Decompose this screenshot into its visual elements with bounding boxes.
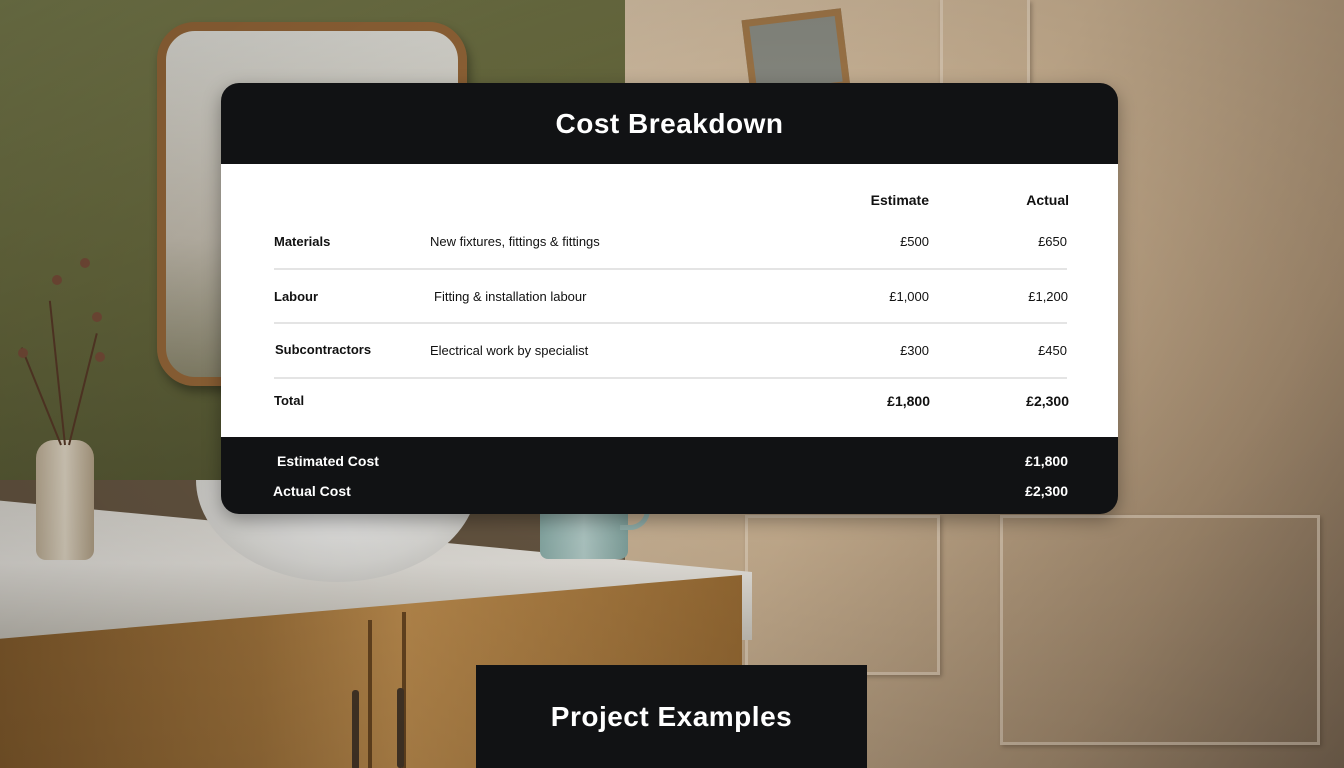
row-estimate: £1,000 bbox=[889, 289, 929, 304]
row-category: Materials bbox=[274, 234, 331, 249]
row-divider bbox=[274, 322, 1067, 324]
row-actual: £1,200 bbox=[1028, 289, 1068, 304]
summary-actual-label: Actual Cost bbox=[273, 483, 351, 499]
row-estimate: £500 bbox=[900, 234, 929, 249]
row-actual: £650 bbox=[1038, 234, 1067, 249]
summary-estimated-label: Estimated Cost bbox=[277, 453, 379, 469]
column-header-actual: Actual bbox=[1026, 192, 1069, 208]
cost-summary: Estimated Cost £1,800 Actual Cost £2,300 bbox=[221, 437, 1118, 514]
row-description: Electrical work by specialist bbox=[430, 343, 589, 358]
row-divider bbox=[274, 268, 1067, 270]
column-header-estimate: Estimate bbox=[870, 192, 929, 208]
total-label: Total bbox=[274, 393, 305, 408]
row-description: New fixtures, fittings & fittings bbox=[430, 234, 600, 249]
cost-table: Estimate Actual Materials New fixtures, … bbox=[221, 164, 1118, 437]
row-estimate: £300 bbox=[900, 343, 929, 358]
row-category: Labour bbox=[274, 289, 319, 304]
cost-breakdown-card: Cost Breakdown Estimate Actual Materials… bbox=[221, 83, 1118, 514]
row-category: Subcontractors bbox=[275, 342, 372, 357]
total-actual: £2,300 bbox=[1026, 393, 1069, 409]
total-estimate: £1,800 bbox=[887, 393, 930, 409]
row-description: Fitting & installation labour bbox=[434, 289, 587, 304]
card-title: Cost Breakdown bbox=[555, 107, 784, 139]
row-actual: £450 bbox=[1038, 343, 1067, 358]
summary-actual-value: £2,300 bbox=[1025, 483, 1068, 499]
row-divider bbox=[274, 377, 1067, 379]
summary-estimated-value: £1,800 bbox=[1025, 453, 1068, 469]
project-examples-banner: Project Examples bbox=[476, 665, 867, 768]
